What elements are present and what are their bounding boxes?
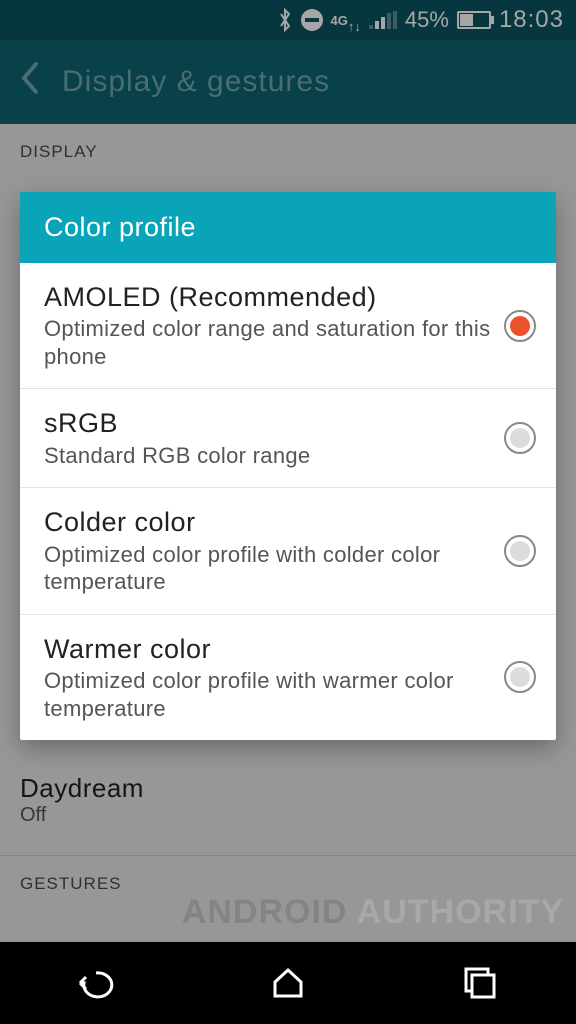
radio-icon[interactable]: [504, 310, 536, 342]
option-desc: Optimized color range and saturation for…: [44, 315, 492, 370]
option-desc: Optimized color profile with colder colo…: [44, 541, 492, 596]
radio-icon[interactable]: [504, 535, 536, 567]
option-title: Colder color: [44, 506, 492, 538]
option-desc: Standard RGB color range: [44, 442, 492, 470]
option-title: AMOLED (Recommended): [44, 281, 492, 313]
option-title: sRGB: [44, 407, 492, 439]
option-srgb[interactable]: sRGB Standard RGB color range: [20, 389, 556, 488]
navigation-bar: [0, 942, 576, 1024]
recent-apps-button[interactable]: [460, 963, 500, 1003]
color-profile-dialog: Color profile AMOLED (Recommended) Optim…: [20, 192, 556, 740]
home-button[interactable]: [268, 963, 308, 1003]
radio-icon[interactable]: [504, 661, 536, 693]
dialog-title: Color profile: [20, 192, 556, 263]
back-button[interactable]: [76, 963, 116, 1003]
option-colder[interactable]: Colder color Optimized color profile wit…: [20, 488, 556, 614]
radio-icon[interactable]: [504, 422, 536, 454]
watermark: ANDROID AUTHORITY: [182, 893, 564, 932]
option-title: Warmer color: [44, 633, 492, 665]
option-desc: Optimized color profile with warmer colo…: [44, 667, 492, 722]
option-warmer[interactable]: Warmer color Optimized color profile wit…: [20, 615, 556, 740]
option-amoled[interactable]: AMOLED (Recommended) Optimized color ran…: [20, 263, 556, 389]
